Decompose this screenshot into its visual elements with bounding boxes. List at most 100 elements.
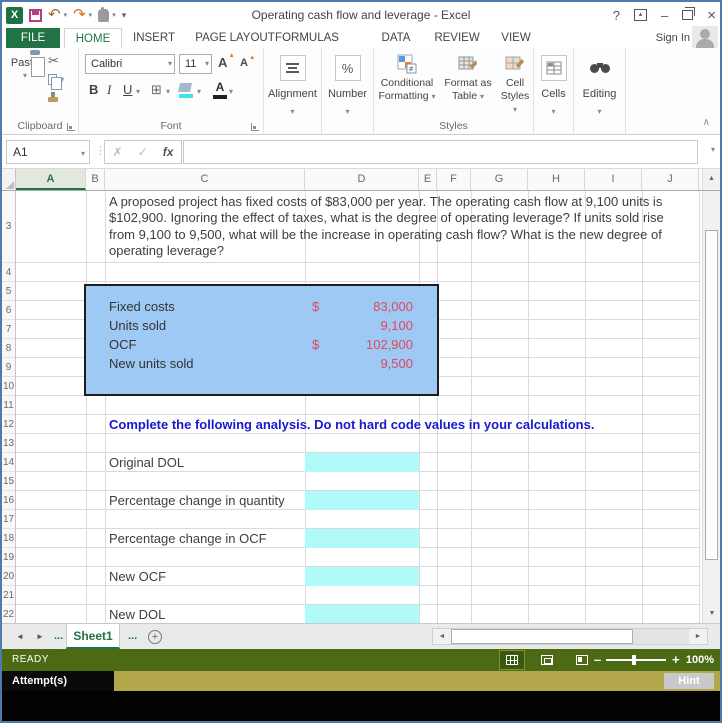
zoom-slider[interactable] [606,659,666,661]
horizontal-scrollbar-thumb[interactable] [451,629,633,644]
input-cell-original-dol[interactable] [305,453,419,472]
row-header[interactable]: 14 [2,453,15,472]
fill-color-chevron-icon[interactable]: ▾ [197,87,201,96]
alignment-group[interactable]: Alignment ▾ [264,48,322,134]
sheet-ellipsis-right[interactable]: ... [128,624,137,649]
row-header[interactable]: 7 [2,320,15,339]
tab-data[interactable]: DATA [375,28,417,48]
row-header[interactable]: 20 [2,567,15,586]
row-header[interactable]: 22 [2,605,15,623]
borders-icon[interactable]: ⊞ [151,82,162,98]
cut-icon[interactable]: ✂ [48,53,59,69]
sheet-tab-sheet1[interactable]: Sheet1 [66,624,120,649]
insert-function-icon[interactable]: fx [163,145,174,159]
horizontal-scrollbar[interactable]: ◄ ► [432,628,708,645]
column-header-g[interactable]: G [471,169,528,190]
zoom-level[interactable]: 100% [686,649,714,671]
row-header[interactable]: 19 [2,548,15,567]
input-cell-pct-change-quantity[interactable] [305,491,419,510]
page-break-view-icon[interactable] [569,650,595,670]
borders-chevron-icon[interactable]: ▾ [166,87,170,96]
cell-styles-chevron-icon[interactable]: ▾ [513,105,517,114]
font-size-combo[interactable]: 11 ▾ [179,54,212,74]
underline-chevron-icon[interactable]: ▾ [136,87,140,96]
paste-button[interactable]: Paste ▾ [7,53,43,117]
tab-file[interactable]: FILE [6,28,60,48]
name-box[interactable]: A1 ▾ [6,140,90,164]
underline-button[interactable]: U [123,82,132,97]
row-header[interactable]: 6 [2,301,15,320]
conditional-formatting-chevron-icon[interactable]: ▾ [432,92,436,101]
scroll-left-icon[interactable]: ◄ [433,629,451,644]
row-header[interactable]: 3 [2,191,15,263]
cells-chevron-icon[interactable]: ▾ [551,107,555,116]
font-color-button[interactable]: A [213,81,227,99]
hint-button[interactable]: Hint [664,673,714,689]
cancel-icon[interactable]: ✗ [113,145,123,159]
row-header[interactable]: 9 [2,358,15,377]
cell-styles-button[interactable]: Cell Styles ▾ [498,54,532,116]
spreadsheet-grid[interactable]: 3 4 5 6 7 8 9 10 11 12 13 14 15 16 17 18… [2,191,720,623]
row-header[interactable]: 12 [2,415,15,434]
column-header-f[interactable]: F [437,169,471,190]
tab-home[interactable]: HOME [64,28,122,48]
minimize-button[interactable]: – [661,9,668,22]
enter-icon[interactable]: ✓ [138,145,148,159]
normal-view-icon[interactable] [499,650,525,670]
ribbon-display-options-button[interactable]: ▴ [634,9,647,21]
prev-sheet-icon[interactable]: ◄ [16,624,24,649]
collapse-ribbon-icon[interactable]: ∧ [703,117,710,128]
restore-button[interactable] [682,7,696,20]
input-cell-pct-change-ocf[interactable] [305,529,419,548]
formula-input[interactable] [183,140,698,164]
input-cell-new-dol[interactable] [305,605,419,623]
font-dialog-launcher-icon[interactable] [251,123,259,131]
formula-bar-expand-icon[interactable]: ▾ [711,145,715,154]
column-header-i[interactable]: I [585,169,642,190]
row-header[interactable]: 16 [2,491,15,510]
fill-color-button[interactable] [178,83,193,98]
avatar[interactable] [692,26,718,48]
scroll-right-icon[interactable]: ► [689,629,707,644]
editing-group[interactable]: Editing ▾ [574,48,626,134]
scroll-down-icon[interactable]: ▼ [703,605,720,623]
font-size-chevron-icon[interactable]: ▾ [205,55,209,73]
vertical-scrollbar-thumb[interactable] [705,230,718,560]
alignment-chevron-icon[interactable]: ▾ [290,107,294,116]
bold-button[interactable]: B [89,82,98,97]
row-header[interactable]: 17 [2,510,15,529]
row-header[interactable]: 5 [2,282,15,301]
row-header[interactable]: 8 [2,339,15,358]
column-header-b[interactable]: B [86,169,105,190]
row-header[interactable]: 15 [2,472,15,491]
close-button[interactable]: × [707,8,716,23]
tab-review[interactable]: REVIEW [430,28,484,48]
row-header[interactable]: 21 [2,586,15,605]
font-name-combo[interactable]: Calibri ▾ [85,54,175,74]
number-chevron-icon[interactable]: ▾ [345,107,349,116]
row-header[interactable]: 4 [2,263,15,282]
conditional-formatting-button[interactable]: ≠ Conditional Formatting ▾ [376,54,438,103]
select-all-corner[interactable] [2,169,16,190]
row-header[interactable]: 11 [2,396,15,415]
clipboard-dialog-launcher-icon[interactable] [67,123,75,131]
format-as-table-chevron-icon[interactable]: ▾ [480,92,484,101]
column-header-d[interactable]: D [305,169,419,190]
font-name-chevron-icon[interactable]: ▾ [168,55,172,73]
copy-icon[interactable] [48,73,62,90]
increase-font-size-button[interactable]: A ▴ [218,52,233,70]
format-painter-icon[interactable] [48,92,58,102]
tab-formulas[interactable]: FORMULAS [270,28,344,48]
column-header-e[interactable]: E [419,169,437,190]
number-group[interactable]: % Number ▾ [322,48,374,134]
column-header-h[interactable]: H [528,169,585,190]
editing-chevron-icon[interactable]: ▾ [597,107,601,116]
column-header-a[interactable]: A [16,169,86,190]
vertical-scrollbar[interactable]: ▼ [702,191,720,623]
paste-chevron-icon[interactable]: ▾ [23,71,27,80]
decrease-font-size-button[interactable]: A ▴ [240,54,254,69]
cells-group[interactable]: Cells ▾ [534,48,574,134]
zoom-in-button[interactable]: + [672,649,680,671]
name-box-chevron-icon[interactable]: ▾ [81,143,85,165]
row-header[interactable]: 13 [2,434,15,453]
